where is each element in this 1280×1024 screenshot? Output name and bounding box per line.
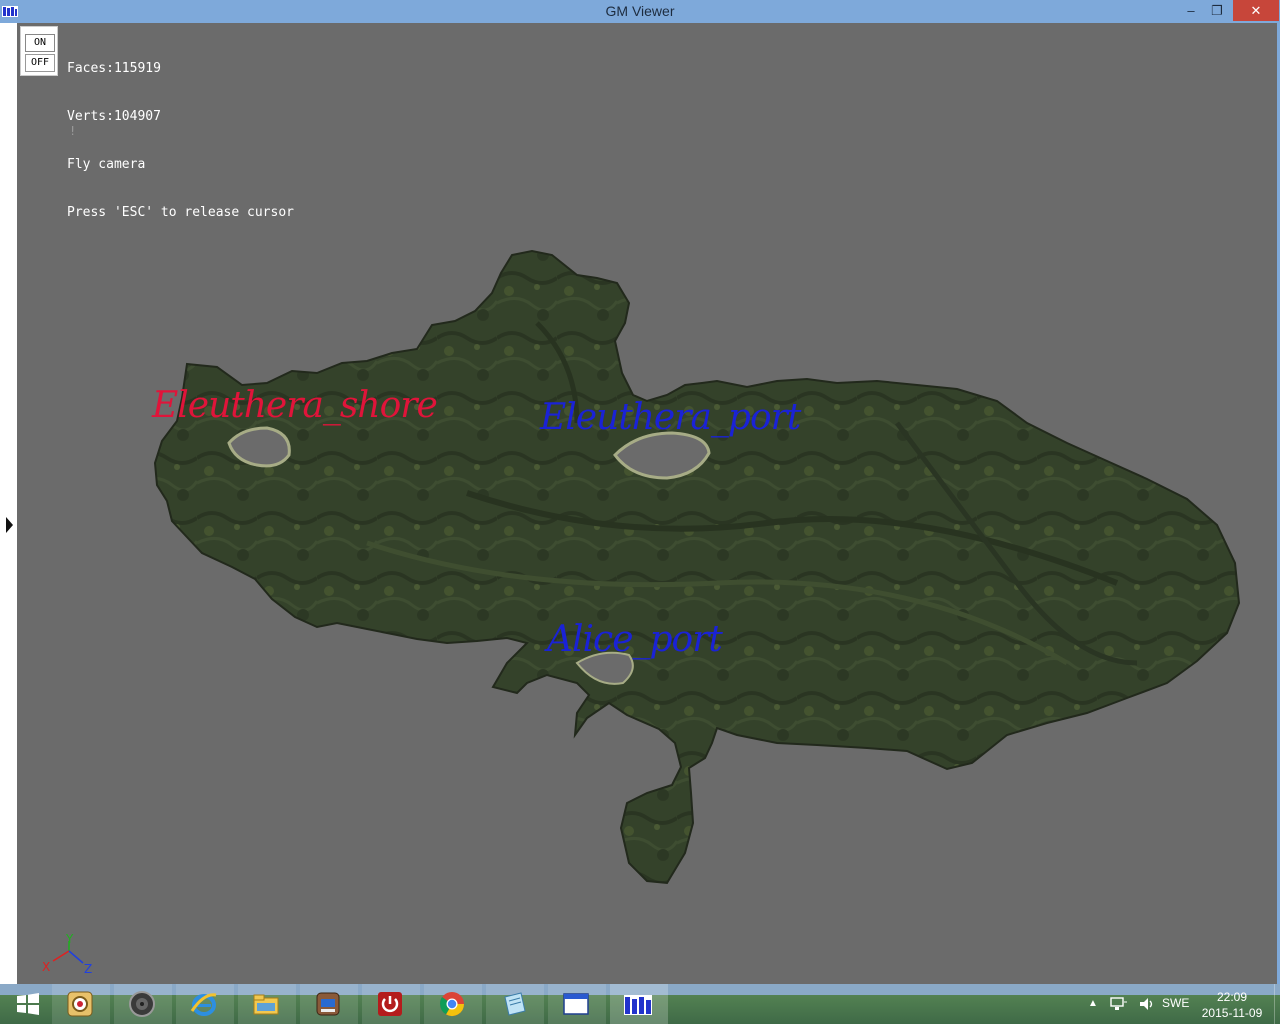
windows-start-icon (17, 993, 39, 1015)
internet-explorer-icon (190, 993, 217, 1016)
side-panel-collapsed (0, 23, 17, 984)
restore-button[interactable]: ❐ (1204, 0, 1230, 21)
file-explorer-icon (253, 994, 279, 1015)
axis-y-label: Y (65, 933, 74, 946)
taskbar-app-document[interactable] (300, 984, 358, 1024)
window-app-icon (563, 993, 589, 1015)
clock-time[interactable]: 22:09 (1200, 989, 1264, 1005)
map-label-eleuthera-shore: Eleuthera_shore (152, 385, 438, 426)
minimize-button[interactable]: – (1178, 0, 1204, 21)
on-off-toggle[interactable]: ON OFF (20, 26, 58, 76)
faces-count: Faces:115919 (67, 61, 161, 76)
settings-app-icon (67, 991, 93, 1017)
close-button[interactable]: ✕ (1233, 0, 1279, 21)
axis-x-label: X (42, 960, 50, 974)
axis-gizmo: Y X Z (42, 933, 92, 976)
taskbar-app-explorer[interactable] (238, 984, 296, 1024)
volume-icon[interactable] (1138, 996, 1156, 1012)
show-desktop-button[interactable] (1274, 984, 1280, 1024)
escape-hint: Press 'ESC' to release cursor (67, 205, 294, 220)
verts-count: Verts:104907 (67, 109, 161, 124)
axis-z-label: Z (84, 962, 92, 976)
power-app-icon (378, 992, 402, 1016)
speaker-app-icon (129, 991, 155, 1017)
camera-mode: Fly camera (67, 157, 146, 172)
map-label-alice-port: Alice_port (547, 619, 723, 660)
document-app-icon (316, 992, 340, 1016)
expand-panel-arrow-icon[interactable] (6, 517, 13, 533)
taskbar-app-power[interactable] (362, 984, 420, 1024)
notepad-icon (504, 992, 526, 1016)
taskbar-app-ie[interactable] (176, 984, 234, 1024)
taskbar: ▲ SWE 22:09 2015-11-09 (0, 984, 1280, 1024)
window-title: GM Viewer (605, 3, 675, 19)
gm-viewer-icon (624, 995, 652, 1015)
off-button[interactable]: OFF (25, 54, 55, 72)
on-button[interactable]: ON (25, 34, 55, 52)
taskbar-app-notepad[interactable] (486, 984, 544, 1024)
3d-viewport[interactable]: ON OFF Faces:115919 Verts:104907 Fly cam… (17, 23, 1277, 984)
taskbar-app-chrome[interactable] (424, 984, 482, 1024)
show-hidden-icons-icon[interactable]: ▲ (1088, 998, 1098, 1009)
taskbar-app-speaker[interactable] (114, 984, 172, 1024)
input-language[interactable]: SWE (1162, 996, 1189, 1010)
title-bar[interactable]: GM Viewer – ❐ ✕ (0, 0, 1280, 23)
system-tray: ▲ SWE 22:09 2015-11-09 (1080, 984, 1280, 1024)
stats-overlay: Faces:115919 Verts:104907 Fly camera Pre… (67, 29, 294, 253)
clock-date[interactable]: 2015-11-09 (1198, 1005, 1266, 1021)
taskbar-app-window[interactable] (548, 984, 606, 1024)
chrome-icon (439, 992, 464, 1017)
taskbar-app-gm-viewer[interactable] (610, 984, 668, 1024)
taskbar-app-settings[interactable] (52, 984, 110, 1024)
network-icon[interactable] (1110, 996, 1128, 1012)
marker-glyph: ! (69, 124, 77, 138)
map-label-eleuthera-port: Eleuthera_port (540, 397, 801, 438)
start-button[interactable] (0, 984, 58, 1024)
